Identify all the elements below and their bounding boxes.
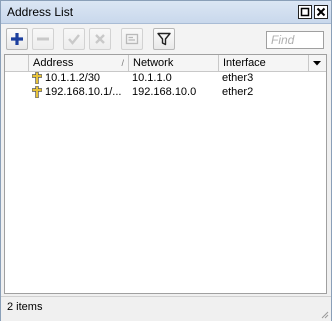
table-row[interactable]: 192.168.10.1/... 192.168.10.0 ether2	[5, 85, 326, 99]
filter-icon	[157, 32, 171, 46]
column-header-network[interactable]: Network	[129, 55, 219, 71]
title-bar[interactable]: Address List	[1, 1, 331, 24]
address-table: Address / Network Interface 10.1.1.2/30 …	[4, 54, 327, 294]
resize-grip-icon[interactable]	[319, 309, 329, 319]
cell-network: 10.1.1.0	[132, 72, 172, 84]
cell-interface: ether2	[222, 86, 254, 98]
disable-button[interactable]	[89, 28, 111, 50]
filter-button[interactable]	[153, 28, 175, 50]
minus-icon	[37, 37, 49, 41]
table-row[interactable]: 10.1.1.2/30 10.1.1.0 ether3	[5, 71, 326, 85]
table-header: Address / Network Interface	[5, 55, 326, 72]
address-plus-icon	[31, 85, 45, 99]
window-title: Address List	[7, 5, 74, 19]
plus-icon	[11, 33, 23, 45]
close-icon[interactable]	[314, 5, 328, 19]
column-header-address-label: Address	[33, 57, 74, 69]
column-menu-button[interactable]	[309, 55, 326, 71]
comment-icon	[125, 33, 139, 45]
column-header-network-label: Network	[133, 57, 174, 69]
restore-icon[interactable]	[298, 5, 312, 19]
cell-address: 10.1.1.2/30	[45, 72, 101, 84]
column-menu-arrow-icon	[313, 61, 321, 66]
address-list-window: Address List Find Address / Network Inte…	[0, 0, 332, 321]
check-icon	[68, 34, 80, 45]
cell-interface: ether3	[222, 72, 254, 84]
add-button[interactable]	[6, 28, 28, 50]
address-plus-icon	[31, 71, 45, 85]
column-header-interface[interactable]: Interface	[219, 55, 309, 71]
column-header-interface-label: Interface	[223, 57, 266, 69]
column-header-address[interactable]: Address /	[29, 55, 129, 71]
cell-address: 192.168.10.1/...	[45, 86, 122, 98]
sort-indicator: /	[121, 58, 124, 68]
cell-network: 192.168.10.0	[132, 86, 197, 98]
toolbar	[1, 24, 331, 54]
cross-icon	[95, 34, 105, 44]
enable-button[interactable]	[63, 28, 85, 50]
header-spacer	[5, 55, 29, 71]
status-bar: 2 items	[1, 296, 331, 321]
item-count: 2 items	[7, 301, 43, 313]
find-input[interactable]	[266, 31, 324, 49]
remove-button[interactable]	[32, 28, 54, 50]
comment-button[interactable]	[121, 28, 143, 50]
